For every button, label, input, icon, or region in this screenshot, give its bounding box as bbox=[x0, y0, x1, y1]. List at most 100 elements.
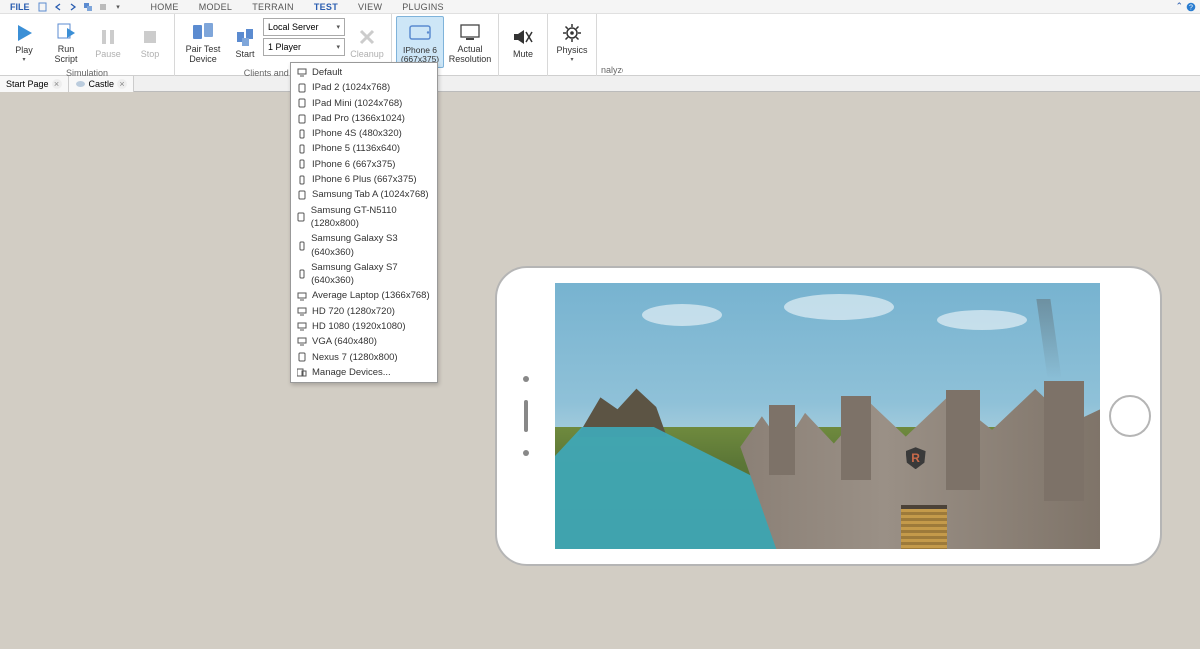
stop-button[interactable]: Stop bbox=[130, 16, 170, 68]
device-item-iphone4s[interactable]: IPhone 4S (480x320) bbox=[291, 126, 437, 141]
menu-tabs: HOME MODEL TERRAIN TEST VIEW PLUGINS bbox=[142, 2, 453, 12]
tablet-icon bbox=[297, 83, 307, 93]
chevron-down-icon: ▾ bbox=[336, 23, 340, 31]
game-viewport[interactable]: R bbox=[555, 283, 1100, 549]
menu-bar: FILE ▾ HOME MODEL TERRAIN TEST VIEW PLUG… bbox=[0, 0, 1200, 14]
pair-test-device-button[interactable]: Pair Test Device bbox=[179, 16, 227, 68]
cleanup-button[interactable]: Cleanup bbox=[347, 16, 387, 68]
union-icon[interactable] bbox=[83, 1, 94, 12]
pair-device-icon bbox=[191, 20, 215, 44]
pause-button[interactable]: Pause bbox=[88, 16, 128, 68]
resolution-button[interactable]: Actual Resolution bbox=[446, 16, 494, 68]
help-icon[interactable]: ? bbox=[1186, 2, 1196, 12]
run-script-label: Run Script bbox=[46, 45, 86, 64]
doc-tab-castle[interactable]: Castle × bbox=[69, 76, 135, 92]
doc-tab-label: Castle bbox=[89, 79, 115, 89]
device-item-hd720[interactable]: HD 720 (1280x720) bbox=[291, 304, 437, 319]
device-item-ipadpro[interactable]: IPad Pro (1366x1024) bbox=[291, 111, 437, 126]
ribbon-toolbar: Play ▾ Run Script Pause Stop Simulation … bbox=[0, 14, 1200, 76]
tab-model[interactable]: MODEL bbox=[190, 2, 242, 12]
server-controls: Local Server ▾ 1 Player ▾ bbox=[263, 16, 345, 56]
device-item-iphone6plus[interactable]: IPhone 6 Plus (667x375) bbox=[291, 172, 437, 187]
tab-plugins[interactable]: PLUGINS bbox=[393, 2, 453, 12]
chevron-down-icon: ▾ bbox=[336, 43, 340, 51]
mute-button[interactable]: Mute bbox=[503, 16, 543, 68]
phone-icon bbox=[297, 144, 307, 154]
monitor-icon bbox=[297, 337, 307, 347]
device-item-manage[interactable]: Manage Devices... bbox=[291, 365, 437, 380]
phone-icon bbox=[408, 21, 432, 45]
resolution-label: Actual Resolution bbox=[446, 45, 494, 64]
device-item-vga[interactable]: VGA (640x480) bbox=[291, 334, 437, 349]
tab-view[interactable]: VIEW bbox=[349, 2, 391, 12]
run-script-button[interactable]: Run Script bbox=[46, 16, 86, 68]
play-button[interactable]: Play ▾ bbox=[4, 16, 44, 68]
redo-icon[interactable] bbox=[68, 1, 79, 12]
start-button[interactable]: Start bbox=[229, 16, 261, 68]
tablet-icon bbox=[297, 98, 307, 108]
device-item-iphone5[interactable]: IPhone 5 (1136x640) bbox=[291, 141, 437, 156]
phone-icon bbox=[297, 241, 306, 251]
ribbon-group-simulation: Play ▾ Run Script Pause Stop Simulation bbox=[0, 14, 175, 76]
device-item-taba[interactable]: Samsung Tab A (1024x768) bbox=[291, 187, 437, 202]
physics-button[interactable]: Physics ▾ bbox=[552, 16, 592, 68]
device-item-laptop[interactable]: Average Laptop (1366x768) bbox=[291, 288, 437, 303]
qat-dropdown-icon[interactable]: ▾ bbox=[113, 1, 124, 12]
file-menu[interactable]: FILE bbox=[4, 2, 36, 12]
device-item-default[interactable]: Default bbox=[291, 65, 437, 80]
ribbon-group-analyze-partial: nalyze bbox=[597, 14, 623, 76]
scene-cloud bbox=[784, 294, 894, 320]
device-item-hd1080[interactable]: HD 1080 (1920x1080) bbox=[291, 319, 437, 334]
pause-label: Pause bbox=[95, 50, 121, 59]
play-label: Play bbox=[15, 46, 33, 55]
cloud-icon bbox=[75, 79, 86, 88]
run-script-icon bbox=[54, 20, 78, 44]
tab-home[interactable]: HOME bbox=[142, 2, 188, 12]
device-item-iphone6[interactable]: IPhone 6 (667x375) bbox=[291, 157, 437, 172]
device-item-ipadmini[interactable]: IPad Mini (1024x768) bbox=[291, 96, 437, 111]
phone-icon bbox=[297, 269, 306, 279]
physics-label: Physics bbox=[556, 46, 587, 55]
device-item-gtn5110[interactable]: Samsung GT-N5110 (1280x800) bbox=[291, 203, 437, 232]
phone-home-button-icon bbox=[1109, 395, 1151, 437]
start-icon bbox=[233, 25, 257, 49]
phone-icon bbox=[297, 175, 307, 185]
phone-left-bezel bbox=[497, 268, 555, 564]
device-item-nexus7[interactable]: Nexus 7 (1280x800) bbox=[291, 350, 437, 365]
tab-terrain[interactable]: TERRAIN bbox=[243, 2, 303, 12]
doc-tab-start-page[interactable]: Start Page × bbox=[0, 76, 69, 92]
new-file-icon[interactable] bbox=[38, 1, 49, 12]
scene-tower bbox=[769, 405, 795, 475]
scene-castle-gate bbox=[901, 505, 947, 549]
scene-tower bbox=[841, 396, 871, 480]
monitor-icon bbox=[297, 322, 307, 332]
mute-label: Mute bbox=[513, 50, 533, 59]
phone-speaker-icon bbox=[524, 400, 528, 432]
separate-icon[interactable] bbox=[98, 1, 109, 12]
device-item-galaxys3[interactable]: Samsung Galaxy S3 (640x360) bbox=[291, 231, 437, 260]
close-tab-icon[interactable]: × bbox=[117, 79, 127, 89]
quick-access-toolbar: ▾ bbox=[38, 1, 124, 12]
device-item-ipad2[interactable]: IPad 2 (1024x768) bbox=[291, 80, 437, 95]
phone-icon bbox=[297, 129, 307, 139]
tablet-icon bbox=[297, 190, 307, 200]
stop-label: Stop bbox=[141, 50, 160, 59]
cleanup-icon bbox=[355, 25, 379, 49]
collapse-ribbon-icon[interactable]: ⌃ bbox=[1175, 1, 1183, 12]
server-dropdown[interactable]: Local Server ▾ bbox=[263, 18, 345, 36]
stop-icon bbox=[138, 25, 162, 49]
players-value: 1 Player bbox=[268, 42, 301, 52]
phone-right-bezel bbox=[1100, 395, 1160, 437]
doc-tab-label: Start Page bbox=[6, 79, 49, 89]
undo-icon[interactable] bbox=[53, 1, 64, 12]
tab-test[interactable]: TEST bbox=[305, 2, 347, 12]
device-emulation-button[interactable]: IPhone 6 (667x375) bbox=[396, 16, 444, 68]
players-dropdown[interactable]: 1 Player ▾ bbox=[263, 38, 345, 56]
svg-text:?: ? bbox=[1189, 4, 1193, 11]
cleanup-label: Cleanup bbox=[350, 50, 384, 59]
titlebar-right: ⌃ ? bbox=[1175, 1, 1196, 12]
close-tab-icon[interactable]: × bbox=[52, 79, 62, 89]
device-item-galaxys7[interactable]: Samsung Galaxy S7 (640x360) bbox=[291, 260, 437, 289]
server-value: Local Server bbox=[268, 22, 319, 32]
ribbon-group-audio: Mute bbox=[499, 14, 548, 76]
